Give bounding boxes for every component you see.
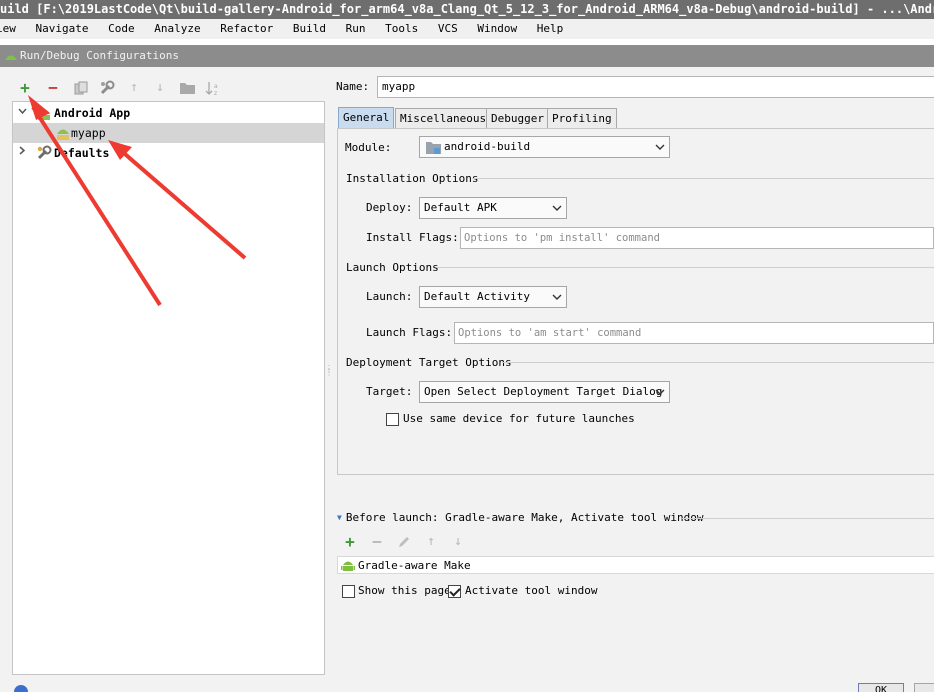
menu-help[interactable]: Help <box>537 19 564 39</box>
target-label: Target: <box>366 385 413 398</box>
android-icon <box>341 561 355 571</box>
tree-label-android-app: Android App <box>54 106 131 120</box>
launch-flags-label: Launch Flags: <box>366 326 453 339</box>
module-folder-icon <box>426 142 441 154</box>
divider <box>682 518 934 519</box>
before-launch-list: Gradle-aware Make <box>337 556 934 574</box>
chevron-right-icon[interactable] <box>16 143 28 163</box>
before-launch-header[interactable]: ▼ Before launch: Gradle-aware Make, Activ… <box>337 511 703 524</box>
android-config-icon <box>57 129 69 140</box>
menu-vcs[interactable]: VCS <box>438 19 458 39</box>
configuration-tree: Android App myapp Defaults <box>12 101 325 675</box>
menu-analyze[interactable]: Analyze <box>154 19 200 39</box>
deploy-value: Default APK <box>424 201 497 214</box>
move-down-icon[interactable]: ↓ <box>151 79 169 97</box>
launch-flags-field[interactable]: Options to 'am start' command <box>454 322 934 344</box>
menu-window[interactable]: Window <box>477 19 517 39</box>
launch-options-section: Launch Options <box>346 261 934 274</box>
window-title: uild [F:\2019LastCode\Qt\build-gallery-A… <box>0 0 934 19</box>
deploy-select[interactable]: Default APK <box>419 197 567 219</box>
menu-navigate[interactable]: Navigate <box>36 19 89 39</box>
show-this-page-checkbox[interactable] <box>342 585 355 598</box>
tree-node-myapp[interactable]: myapp <box>13 123 324 143</box>
module-value: android-build <box>444 140 531 153</box>
activate-tool-window-checkbox[interactable] <box>448 585 461 598</box>
module-select[interactable]: android-build <box>419 136 670 158</box>
splitter-handle[interactable]: ⋮ ⋮ <box>325 365 333 379</box>
copy-icon[interactable] <box>72 79 90 97</box>
android-studio-icon <box>5 55 17 60</box>
launch-select[interactable]: Default Activity <box>419 286 567 308</box>
launch-options-heading: Launch Options <box>346 261 439 274</box>
cancel-button[interactable] <box>914 683 934 692</box>
ok-button[interactable]: OK <box>858 683 904 692</box>
list-item[interactable]: Gradle-aware Make <box>358 557 471 574</box>
activate-tool-window-label[interactable]: Activate tool window <box>465 584 597 597</box>
deployment-target-heading: Deployment Target Options <box>346 356 512 369</box>
install-flags-label: Install Flags: <box>366 231 459 244</box>
name-field[interactable]: myapp <box>377 76 934 98</box>
sort-icon[interactable]: az <box>204 79 222 97</box>
move-task-up-icon[interactable]: ↑ <box>422 533 440 551</box>
tab-profiling[interactable]: Profiling <box>547 108 617 129</box>
triangle-down-icon: ▼ <box>337 513 342 522</box>
use-same-device-checkbox[interactable] <box>386 413 399 426</box>
menu-run[interactable]: Run <box>346 19 366 39</box>
android-icon <box>38 109 50 120</box>
show-this-page-label[interactable]: Show this page <box>358 584 451 597</box>
installation-options-section: Installation Options <box>346 172 934 185</box>
edit-task-icon[interactable] <box>395 533 413 551</box>
chevron-down-icon <box>552 205 562 211</box>
install-flags-field[interactable]: Options to 'pm install' command <box>460 227 934 249</box>
use-same-device-label[interactable]: Use same device for future launches <box>403 412 635 425</box>
move-task-down-icon[interactable]: ↓ <box>449 533 467 551</box>
help-icon[interactable] <box>14 685 28 692</box>
chevron-down-icon[interactable] <box>16 103 28 123</box>
wrench-icon[interactable] <box>98 79 116 97</box>
before-launch-title: Before launch: Gradle-aware Make, Activa… <box>345 511 704 524</box>
deploy-label: Deploy: <box>366 201 413 214</box>
menu-code[interactable]: Code <box>108 19 135 39</box>
module-label: Module: <box>345 141 392 154</box>
svg-text:z: z <box>214 90 217 96</box>
tab-miscellaneous[interactable]: Miscellaneous <box>395 108 492 129</box>
wrench-icon <box>37 145 52 160</box>
launch-value: Default Activity <box>424 290 530 303</box>
target-value: Open Select Deployment Target Dialog <box>424 385 663 398</box>
svg-text:a: a <box>214 83 218 90</box>
tree-label-myapp: myapp <box>71 126 106 140</box>
menu-tools[interactable]: Tools <box>385 19 418 39</box>
run-debug-dialog: + − ↑ ↓ az Android App myapp Defaults ⋮ … <box>0 67 934 692</box>
installation-options-heading: Installation Options <box>346 172 479 185</box>
deployment-target-section: Deployment Target Options <box>346 356 934 369</box>
menu-refactor[interactable]: Refactor <box>220 19 273 39</box>
menu-view[interactable]: iew <box>0 19 16 39</box>
tree-label-defaults: Defaults <box>54 146 110 160</box>
menu-build[interactable]: Build <box>293 19 326 39</box>
remove-icon[interactable]: − <box>44 79 62 97</box>
launch-label: Launch: <box>366 290 413 303</box>
chevron-down-icon <box>655 389 665 395</box>
add-task-icon[interactable]: + <box>341 533 359 551</box>
dialog-titlebar: Run/Debug Configurations <box>0 45 934 67</box>
tab-debugger[interactable]: Debugger <box>486 108 549 129</box>
remove-task-icon[interactable]: − <box>368 533 386 551</box>
chevron-down-icon <box>655 144 665 150</box>
folder-icon[interactable] <box>178 79 196 97</box>
tree-node-defaults[interactable]: Defaults <box>13 143 324 163</box>
dialog-title: Run/Debug Configurations <box>20 49 179 62</box>
name-label: Name: <box>336 80 370 93</box>
move-up-icon[interactable]: ↑ <box>125 79 143 97</box>
menu-bar: iew Navigate Code Analyze Refactor Build… <box>0 19 934 39</box>
chevron-down-icon <box>552 294 562 300</box>
add-icon[interactable]: + <box>16 79 34 97</box>
tree-node-android-app[interactable]: Android App <box>13 103 324 123</box>
target-select[interactable]: Open Select Deployment Target Dialog <box>419 381 670 403</box>
tab-general[interactable]: General <box>338 107 395 129</box>
